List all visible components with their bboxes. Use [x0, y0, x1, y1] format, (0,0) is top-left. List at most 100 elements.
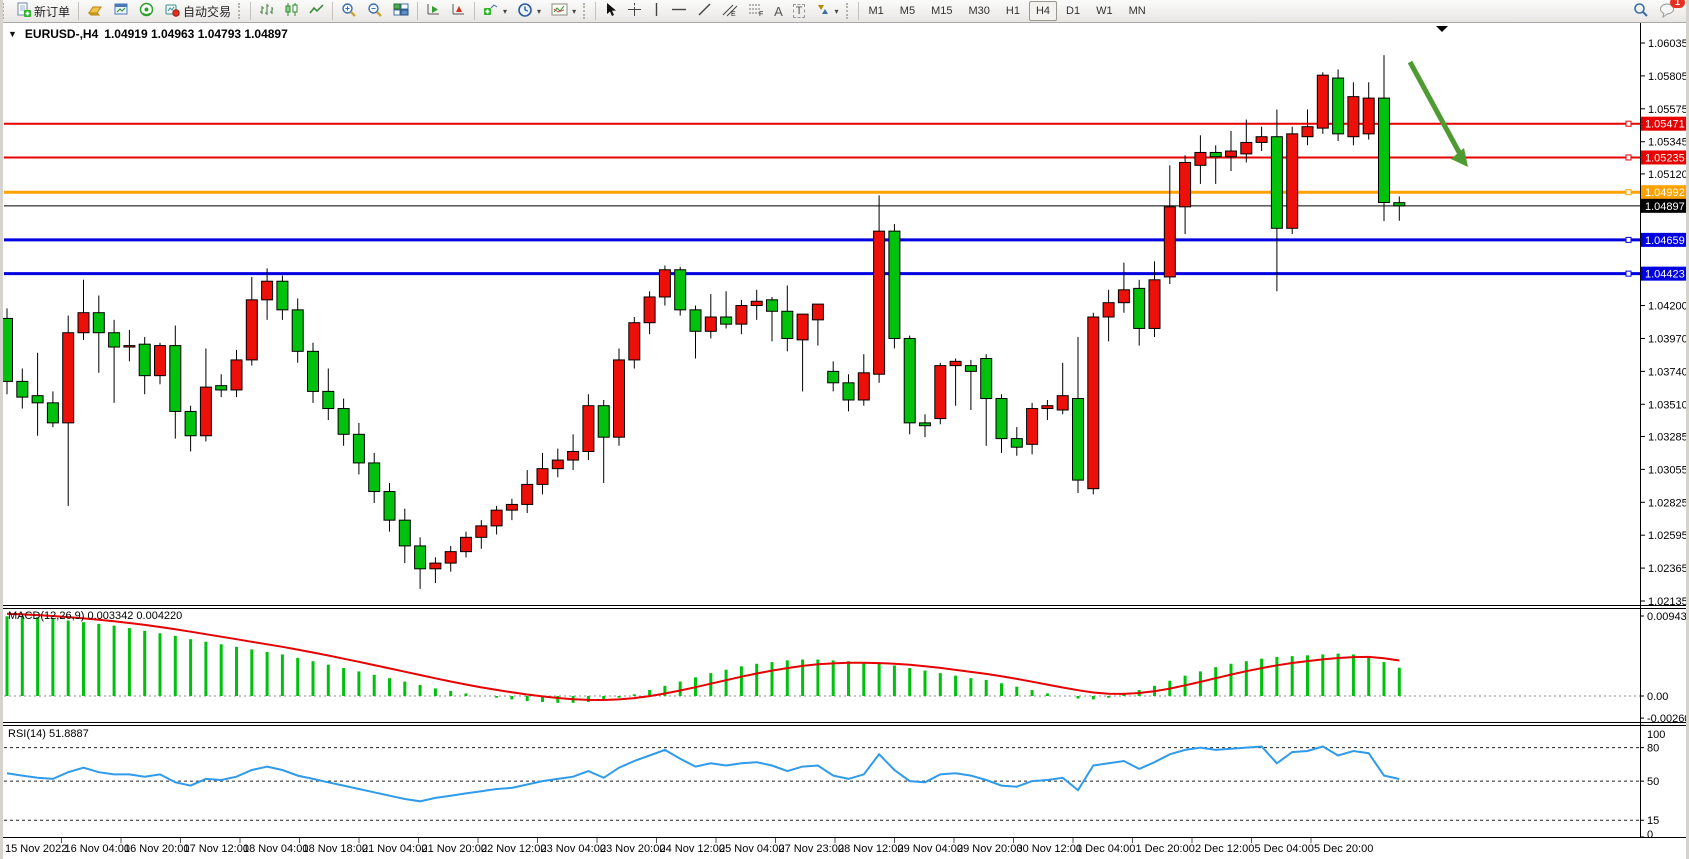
candle-body — [246, 300, 257, 360]
tf-button-W1[interactable]: W1 — [1089, 1, 1120, 21]
time-axis-label: 5 Dec 20:00 — [1314, 843, 1373, 855]
toolbar-grip[interactable] — [2, 3, 9, 19]
channel-icon: E — [722, 2, 738, 20]
candle-body — [629, 323, 640, 360]
candle-body — [476, 526, 487, 537]
gold-bar-icon — [87, 2, 103, 20]
candle-body — [659, 270, 670, 297]
templates-button[interactable]: ▾ — [546, 0, 581, 22]
text-label-tool-button[interactable]: T — [788, 0, 811, 22]
hline-anchor[interactable] — [1626, 155, 1631, 160]
chart-area[interactable]: 1.060351.058051.055751.053451.051201.042… — [0, 23, 1689, 859]
line-chart-button[interactable] — [304, 0, 329, 22]
candle-body — [170, 346, 181, 412]
candle-body — [1226, 151, 1237, 157]
channel-tool-button[interactable]: E — [717, 0, 743, 22]
hline-anchor[interactable] — [1626, 271, 1631, 276]
candle-body — [843, 383, 854, 400]
candle-body — [751, 301, 762, 305]
candle-body — [308, 351, 319, 391]
signal-button[interactable] — [134, 0, 159, 22]
tf-button-H4[interactable]: H4 — [1029, 1, 1057, 21]
candle-body — [950, 361, 961, 365]
trendline-tool-button[interactable] — [692, 0, 717, 22]
candle-body — [812, 304, 823, 320]
candle-body — [1149, 280, 1160, 329]
clock-icon — [517, 2, 533, 21]
candle-body — [124, 346, 135, 347]
price-tag-text: 1.04897 — [1645, 201, 1685, 213]
tf-button-M1[interactable]: M1 — [862, 1, 891, 21]
time-axis-label: 1 Dec 20:00 — [1136, 843, 1195, 855]
candle-body — [1379, 98, 1390, 202]
tf-button-H1[interactable]: H1 — [999, 1, 1027, 21]
candle-body — [1271, 137, 1282, 229]
tf-button-M5[interactable]: M5 — [893, 1, 922, 21]
price-axis-label: 1.04200 — [1648, 301, 1688, 313]
price-axis-label: 1.05345 — [1648, 137, 1688, 149]
chart-background[interactable] — [0, 23, 1689, 836]
hline-anchor[interactable] — [1626, 121, 1631, 126]
candle-body — [996, 399, 1007, 439]
zoom-in-button[interactable] — [336, 0, 362, 22]
shapes-tool-button[interactable]: ▾ — [810, 0, 843, 22]
candle-body — [491, 510, 502, 526]
fibonacci-tool-button[interactable]: F — [743, 0, 769, 22]
trendline-icon — [697, 2, 712, 20]
new-order-button[interactable]: 新订单 — [11, 0, 75, 22]
zoom-out-button[interactable] — [362, 0, 388, 22]
time-axis-label: 30 Nov 12:00 — [1017, 843, 1082, 855]
chart-window-button[interactable] — [108, 0, 134, 22]
hline-anchor[interactable] — [1626, 190, 1631, 195]
auto-trading-button[interactable]: 自动交易 — [159, 0, 236, 22]
candle-body — [767, 300, 778, 311]
indicators-button[interactable]: ▾ — [478, 0, 512, 22]
price-axis-label: 1.05805 — [1648, 71, 1688, 83]
periods-button[interactable]: ▾ — [512, 0, 546, 22]
candle-body — [920, 423, 931, 426]
time-axis-label: 25 Nov 04:00 — [719, 843, 784, 855]
candle-body — [461, 537, 472, 551]
vertical-line-tool-button[interactable] — [647, 0, 666, 22]
chart-canvas[interactable]: 1.060351.058051.055751.053451.051201.042… — [0, 23, 1689, 859]
price-axis-label: 1.05575 — [1648, 104, 1688, 116]
vertical-line-icon — [652, 2, 661, 20]
mt4-window: 新订单 自动交易 — [0, 0, 1689, 859]
tf-button-M15[interactable]: M15 — [924, 1, 959, 21]
candle-body — [415, 546, 426, 569]
chart-shift-button[interactable] — [446, 0, 471, 22]
line-chart-icon — [309, 2, 324, 20]
candle-body — [1363, 98, 1374, 134]
tf-button-MN[interactable]: MN — [1122, 1, 1153, 21]
time-axis-label: 21 Nov 04:00 — [362, 843, 427, 855]
price-tag-text: 1.04992 — [1645, 187, 1685, 199]
macd-axis-label: 0.00 — [1647, 691, 1668, 703]
bar-chart-button[interactable] — [254, 0, 279, 22]
time-axis-label: 1 Dec 04:00 — [1076, 843, 1135, 855]
crosshair-tool-button[interactable] — [622, 0, 647, 22]
search-icon — [1633, 2, 1649, 21]
notifications-button[interactable]: 1 — [1654, 0, 1681, 22]
svg-text:E: E — [731, 11, 736, 17]
time-axis-label: 16 Nov 04:00 — [65, 843, 130, 855]
cursor-tool-button[interactable] — [599, 0, 622, 22]
candle-body — [874, 231, 885, 374]
rsi-axis-label: 15 — [1647, 815, 1659, 827]
tile-windows-button[interactable] — [388, 0, 414, 22]
candle-body — [1256, 137, 1267, 143]
candle-body — [185, 411, 196, 435]
market-watch-button[interactable] — [82, 0, 108, 22]
text-tool-button[interactable]: A — [769, 0, 788, 22]
search-button[interactable] — [1628, 0, 1654, 22]
price-tag-text: 1.05235 — [1645, 152, 1685, 164]
collapse-arrow-icon[interactable]: ▼ — [8, 29, 17, 39]
auto-scroll-button[interactable] — [421, 0, 446, 22]
tf-button-M30[interactable]: M30 — [961, 1, 996, 21]
tf-button-D1[interactable]: D1 — [1059, 1, 1087, 21]
candle-body — [1302, 127, 1313, 137]
hline-anchor[interactable] — [1626, 237, 1631, 242]
candle-body — [277, 281, 288, 310]
candlestick-button[interactable] — [279, 0, 304, 22]
horizontal-line-tool-button[interactable] — [666, 0, 692, 22]
candle-body — [1394, 203, 1405, 206]
